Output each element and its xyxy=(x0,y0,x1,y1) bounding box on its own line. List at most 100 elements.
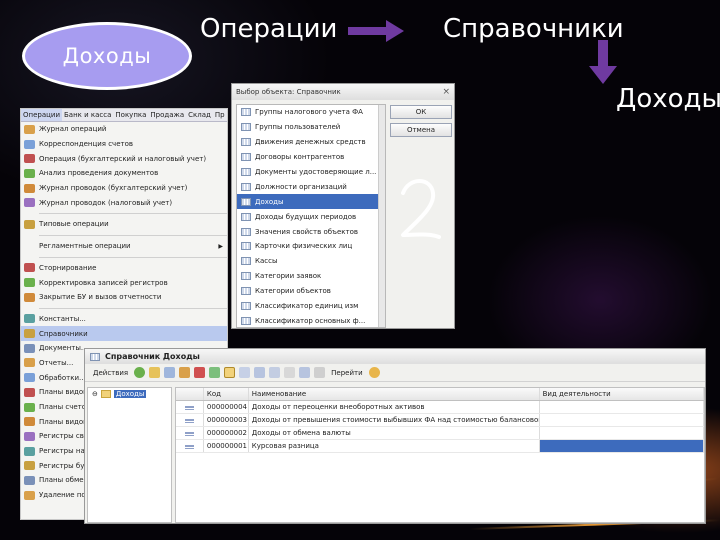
menu-separator xyxy=(39,213,227,215)
sort-icon[interactable] xyxy=(299,367,311,378)
item-icon xyxy=(184,445,194,449)
menu-item[interactable]: Регламентные операции ▶ xyxy=(21,239,227,254)
catalog-list-item[interactable]: Движения денежных средств xyxy=(237,135,385,150)
proc-icon xyxy=(24,373,35,383)
find-icon[interactable] xyxy=(254,367,266,378)
blank-icon xyxy=(24,242,35,251)
cancel-button[interactable]: Отмена xyxy=(390,123,452,137)
table-row[interactable]: 000000003 Доходы от превышения стоимости … xyxy=(176,414,704,427)
menu-item[interactable]: Корреспонденция счетов xyxy=(21,137,227,152)
catalog-list-item-label: Документы удостоверяющие л... xyxy=(255,168,377,176)
copy-icon[interactable] xyxy=(164,367,176,378)
refresh-icon[interactable] xyxy=(209,367,221,378)
handwritten-number-2 xyxy=(401,179,441,239)
catalog-list-item[interactable]: Карточки физических лиц xyxy=(237,239,385,254)
folder-icon xyxy=(100,390,111,398)
menu-item[interactable]: Операция (бухгалтерский и налоговый учет… xyxy=(21,151,227,166)
analysis-icon xyxy=(24,168,35,178)
menu-item-label: Сторнирование xyxy=(39,263,97,272)
filter-icon[interactable] xyxy=(269,367,281,378)
catalog-icon xyxy=(241,168,251,176)
step-operations: Операции xyxy=(200,14,338,44)
menu-item[interactable]: Закрытие БУ и вызов отчетности xyxy=(21,290,227,305)
catalog-list[interactable]: Группы налогового учета ФА Группы пользов… xyxy=(236,104,386,328)
catalog-list-item[interactable]: Документы удостоверяющие л... xyxy=(237,165,385,180)
catalog-icon xyxy=(241,182,251,191)
menubar-item[interactable]: Операции xyxy=(21,109,62,121)
group-tree[interactable]: ⊖ Доходы xyxy=(87,387,172,523)
ok-button[interactable]: ОК xyxy=(390,105,452,119)
menu-item[interactable]: Сторнирование xyxy=(21,261,227,276)
catalog-list-item[interactable]: Доходы будущих периодов xyxy=(237,209,385,224)
plans-icon xyxy=(24,387,35,397)
menu-item[interactable]: Константы... xyxy=(21,312,227,327)
table-row[interactable]: 000000002 Доходы от обмена валюты xyxy=(176,427,704,440)
close-icon[interactable]: × xyxy=(442,87,450,97)
catalog-list-item[interactable]: Должности организаций xyxy=(237,179,385,194)
add-icon[interactable] xyxy=(134,367,146,378)
catalog-list-item[interactable]: Доходы xyxy=(237,194,385,210)
edit-icon[interactable] xyxy=(179,367,191,378)
catalog-list-item[interactable]: Категории заявок xyxy=(237,269,385,284)
catalog-list-item[interactable]: Категории объектов xyxy=(237,284,385,299)
hierarchy-icon[interactable] xyxy=(239,367,251,378)
menu-item[interactable]: Журнал операций xyxy=(21,122,227,137)
tree-view-icon[interactable] xyxy=(224,367,236,378)
catalog-list-item[interactable]: Классификатор единиц изм xyxy=(237,299,385,314)
menubar-item[interactable]: Склад xyxy=(186,109,213,121)
delete-mark-icon[interactable] xyxy=(194,367,206,378)
expand-icon[interactable]: ⊖ xyxy=(92,390,98,398)
list-icon[interactable] xyxy=(314,367,326,378)
catalog-icon xyxy=(241,272,251,281)
column-header-activity[interactable]: Вид деятельности xyxy=(540,388,704,400)
handwritten-number-3 xyxy=(464,455,501,521)
menu-item-label: Журнал проводок (бухгалтерский учет) xyxy=(39,184,188,193)
postings-tax-icon xyxy=(24,198,35,208)
menubar-item[interactable]: Пр xyxy=(213,109,227,121)
correct-icon xyxy=(24,278,35,288)
menubar-item[interactable]: Покупка xyxy=(113,109,148,121)
column-header-name[interactable]: Наименование xyxy=(249,388,540,400)
plans3-icon xyxy=(24,417,35,427)
menu-item[interactable]: Журнал проводок (бухгалтерский учет) xyxy=(21,181,227,196)
selector-title: Выбор объекта: Справочник xyxy=(236,88,341,96)
tree-root[interactable]: ⊖ Доходы xyxy=(88,388,171,398)
catalog-list-item-label: Группы налогового учета ФА xyxy=(255,108,363,117)
filter-off-icon[interactable] xyxy=(284,367,296,378)
menubar-item[interactable]: Продажа xyxy=(148,109,186,121)
menu-item[interactable]: Корректировка записей регистров xyxy=(21,275,227,290)
reports-icon xyxy=(24,358,35,368)
table-row[interactable]: 000000001 Курсовая разница xyxy=(176,440,704,453)
menu-item-label: Корректировка записей регистров xyxy=(39,278,168,287)
menubar: Операции Банк и касса Покупка Продажа Склад П… xyxy=(21,109,227,122)
catalog-list-item[interactable]: Группы пользователей xyxy=(237,120,385,135)
menu-item-label: Корреспонденция счетов xyxy=(39,140,133,149)
cell-activity xyxy=(540,401,704,413)
add-group-icon[interactable] xyxy=(149,367,161,378)
column-header-code[interactable]: Код xyxy=(204,388,249,400)
docs-icon xyxy=(24,343,35,353)
catalog-table[interactable]: Код Наименование Вид деятельности 000000… xyxy=(175,387,705,523)
catalog-list-item[interactable]: Значения свойств объектов xyxy=(237,224,385,239)
typical-icon xyxy=(24,219,35,229)
catalog-list-item[interactable]: Кассы xyxy=(237,254,385,269)
menubar-item[interactable]: Банк и касса xyxy=(62,109,113,121)
help-icon[interactable] xyxy=(368,367,380,378)
menu-item-label: Анализ проведения документов xyxy=(39,169,159,178)
catalog-list-item[interactable]: Договоры контрагентов xyxy=(237,150,385,165)
list-scrollbar[interactable] xyxy=(378,105,385,327)
actions-menu[interactable]: Действия xyxy=(93,369,128,377)
catalog-list-item[interactable]: Группы налогового учета ФА xyxy=(237,105,385,120)
catalog-list-item[interactable]: Классификатор основных ф... xyxy=(237,313,385,327)
journal-icon xyxy=(24,124,35,134)
menu-item-label: Константы... xyxy=(39,314,86,323)
menu-item[interactable]: Типовые операции xyxy=(21,217,227,232)
menu-item-label: Обработки... xyxy=(39,373,86,382)
table-row[interactable]: 000000004 Доходы от переоценки внеоборотн… xyxy=(176,401,704,414)
menu-item[interactable]: Анализ проведения документов xyxy=(21,166,227,181)
submenu-arrow-icon: ▶ xyxy=(218,242,223,250)
menu-item[interactable]: Справочники xyxy=(21,326,227,341)
goto-menu[interactable]: Перейти xyxy=(331,369,363,377)
catalog-list-item-label: Группы пользователей xyxy=(255,123,341,132)
menu-item[interactable]: Журнал проводок (налоговый учет) xyxy=(21,195,227,210)
